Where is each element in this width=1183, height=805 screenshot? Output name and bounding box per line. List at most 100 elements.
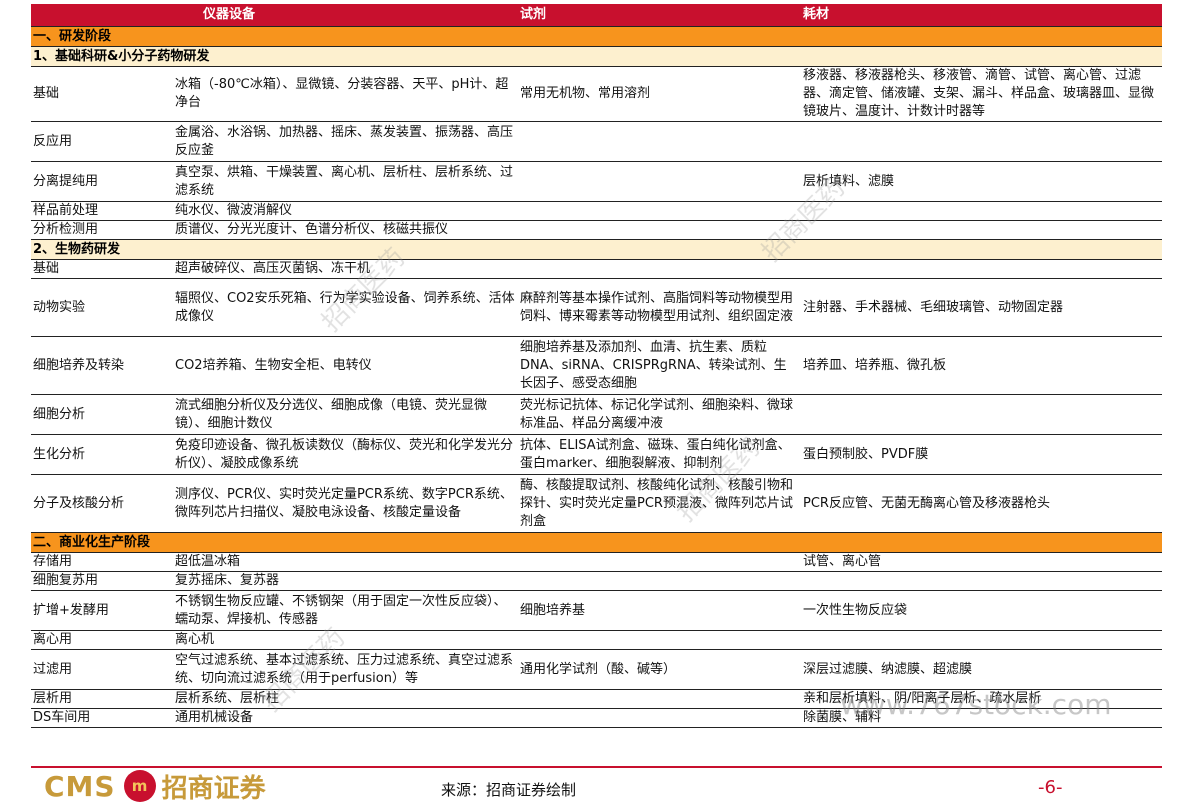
cell-name: 基础 (31, 66, 173, 122)
cell-name: 层析用 (31, 689, 173, 709)
table-row: 分子及核酸分析 测序仪、PCR仪、实时荧光定量PCR系统、数字PCR系统、微阵列芯… (31, 474, 1162, 533)
cell-consumable: 深层过滤膜、纳滤膜、超滤膜 (801, 649, 1162, 690)
cell-reagent (518, 259, 801, 279)
cell-name: 分离提纯用 (31, 161, 173, 202)
cell-consumable (801, 201, 1162, 221)
cell-reagent (518, 689, 801, 709)
cell-equipment: 通用机械设备 (173, 708, 518, 728)
cell-equipment: 超低温冰箱 (173, 552, 518, 572)
section-rd-stage: 一、研发阶段 (31, 26, 1162, 47)
cell-equipment: 不锈钢生物反应罐、不锈钢架（用于固定一次性反应袋）、蠕动泵、焊接机、传感器 (173, 590, 518, 631)
cell-consumable: 一次性生物反应袋 (801, 590, 1162, 631)
cell-consumable: 培养皿、培养瓶、微孔板 (801, 336, 1162, 395)
cell-consumable: 层析填料、滤膜 (801, 161, 1162, 202)
cell-reagent: 常用无机物、常用溶剂 (518, 66, 801, 122)
cell-name: 细胞复苏用 (31, 571, 173, 591)
cell-name: 反应用 (31, 121, 173, 162)
source-note: 来源：招商证券绘制 (441, 781, 577, 799)
page-number: -6- (1038, 777, 1063, 798)
cell-reagent (518, 708, 801, 728)
table-row: 扩增+发酵用 不锈钢生物反应罐、不锈钢架（用于固定一次性反应袋）、蠕动泵、焊接机、… (31, 590, 1162, 631)
cell-equipment: 层析系统、层析柱 (173, 689, 518, 709)
cell-reagent: 抗体、ELISA试剂盒、磁珠、蛋白纯化试剂盒、蛋白marker、细胞裂解液、抑制… (518, 434, 801, 475)
table-row: 反应用 金属浴、水浴锅、加热器、摇床、蒸发装置、振荡器、高压反应釜 (31, 121, 1162, 162)
cell-name: 分子及核酸分析 (31, 474, 173, 533)
table-row: 存储用 超低温冰箱 试管、离心管 (31, 552, 1162, 572)
cell-reagent (518, 201, 801, 221)
table-row: 分析检测用 质谱仪、分光光度计、色谱分析仪、核磁共振仪 (31, 220, 1162, 240)
table-row: 细胞培养及转染 CO2培养箱、生物安全柜、电转仪 细胞培养基及添加剂、血清、抗生素、… (31, 336, 1162, 395)
cell-equipment: 超声破碎仪、高压灭菌锅、冻干机 (173, 259, 518, 279)
cell-reagent (518, 571, 801, 591)
cell-name: 扩增+发酵用 (31, 590, 173, 631)
cell-consumable (801, 259, 1162, 279)
cell-reagent (518, 121, 801, 162)
table-row: 过滤用 空气过滤系统、基本过滤系统、压力过滤系统、真空过滤系统、切向流过滤系统（用… (31, 649, 1162, 690)
table-row: 离心用 离心机 (31, 630, 1162, 650)
logo-emblem-icon: m (123, 770, 156, 802)
cell-reagent (518, 220, 801, 240)
cell-consumable (801, 220, 1162, 240)
cell-equipment: 测序仪、PCR仪、实时荧光定量PCR系统、数字PCR系统、微阵列芯片扫描仪、凝胶… (173, 474, 518, 533)
cell-equipment: 质谱仪、分光光度计、色谱分析仪、核磁共振仪 (173, 220, 518, 240)
cell-name: 生化分析 (31, 434, 173, 475)
section-title: 一、研发阶段 (31, 26, 1162, 47)
website-watermark: www.767stock.com (840, 688, 1112, 721)
main-table-wrap: 仪器设备 试剂 耗材 一、研发阶段 1、基础科研&小分子药物研发 基础 冰箱（-8… (31, 4, 1162, 728)
cell-equipment: CO2培养箱、生物安全柜、电转仪 (173, 336, 518, 395)
table-row: 细胞分析 流式细胞分析仪及分选仪、细胞成像（电镜、荧光显微镜）、细胞计数仪 荧光标记… (31, 394, 1162, 435)
table-header-row: 仪器设备 试剂 耗材 (31, 4, 1162, 27)
cell-consumable: 试管、离心管 (801, 552, 1162, 572)
cell-name: 细胞培养及转染 (31, 336, 173, 395)
table-row: 细胞复苏用 复苏摇床、复苏器 (31, 571, 1162, 591)
cell-consumable (801, 394, 1162, 435)
cell-name: DS车间用 (31, 708, 173, 728)
section-title: 二、商业化生产阶段 (31, 532, 1162, 553)
subsection-title: 2、生物药研发 (31, 239, 1162, 260)
cell-equipment: 纯水仪、微波消解仪 (173, 201, 518, 221)
subsection-biologics: 2、生物药研发 (31, 239, 1162, 260)
cell-reagent (518, 552, 801, 572)
cell-name: 存储用 (31, 552, 173, 572)
cell-equipment: 冰箱（-80℃冰箱）、显微镜、分装容器、天平、pH计、超净台 (173, 66, 518, 122)
header-reagent: 试剂 (518, 4, 801, 27)
cell-equipment: 金属浴、水浴锅、加热器、摇床、蒸发装置、振荡器、高压反应釜 (173, 121, 518, 162)
header-category (31, 4, 173, 27)
cell-reagent (518, 161, 801, 202)
cell-consumable (801, 630, 1162, 650)
cell-equipment: 复苏摇床、复苏器 (173, 571, 518, 591)
table-row: 动物实验 辐照仪、CO2安乐死箱、行为学实验设备、饲养系统、活体成像仪 麻醉剂等基本… (31, 278, 1162, 337)
cell-reagent: 酶、核酸提取试剂、核酸纯化试剂、核酸引物和探针、实时荧光定量PCR预混液、微阵列… (518, 474, 801, 533)
section-commercial-stage: 二、商业化生产阶段 (31, 532, 1162, 553)
equipment-table: 仪器设备 试剂 耗材 一、研发阶段 1、基础科研&小分子药物研发 基础 冰箱（-8… (31, 4, 1162, 728)
cell-reagent: 荧光标记抗体、标记化学试剂、细胞染料、微球标准品、样品分离缓冲液 (518, 394, 801, 435)
logo-text: CMS (44, 769, 116, 803)
cell-consumable (801, 121, 1162, 162)
cell-reagent: 通用化学试剂（酸、碱等） (518, 649, 801, 690)
cell-equipment: 离心机 (173, 630, 518, 650)
cms-logo: CMS m 招商证券 (44, 769, 266, 804)
cell-reagent: 细胞培养基及添加剂、血清、抗生素、质粒DNA、siRNA、CRISPRgRNA、… (518, 336, 801, 395)
cell-consumable (801, 571, 1162, 591)
logo-chinese-name: 招商证券 (161, 773, 266, 804)
cell-reagent: 细胞培养基 (518, 590, 801, 631)
cell-equipment: 真空泵、烘箱、干燥装置、离心机、层析柱、层析系统、过滤系统 (173, 161, 518, 202)
cell-name: 分析检测用 (31, 220, 173, 240)
header-equipment: 仪器设备 (173, 4, 518, 27)
cell-consumable: 注射器、手术器械、毛细玻璃管、动物固定器 (801, 278, 1162, 337)
cell-name: 细胞分析 (31, 394, 173, 435)
table-row: 基础 超声破碎仪、高压灭菌锅、冻干机 (31, 259, 1162, 279)
header-consumable: 耗材 (801, 4, 1162, 27)
cell-name: 过滤用 (31, 649, 173, 690)
table-row: 基础 冰箱（-80℃冰箱）、显微镜、分装容器、天平、pH计、超净台 常用无机物、常用… (31, 66, 1162, 122)
cell-consumable: PCR反应管、无菌无酶离心管及移液器枪头 (801, 474, 1162, 533)
cell-name: 动物实验 (31, 278, 173, 337)
subsection-basic-research: 1、基础科研&小分子药物研发 (31, 46, 1162, 67)
cell-reagent: 麻醉剂等基本操作试剂、高脂饲料等动物模型用饲料、博来霉素等动物模型用试剂、组织固… (518, 278, 801, 337)
cell-equipment: 辐照仪、CO2安乐死箱、行为学实验设备、饲养系统、活体成像仪 (173, 278, 518, 337)
cell-consumable: 移液器、移液器枪头、移液管、滴管、试管、离心管、过滤器、滴定管、储液罐、支架、漏… (801, 66, 1162, 122)
cell-name: 基础 (31, 259, 173, 279)
footer: CMS m 招商证券 来源：招商证券绘制 -6- (0, 767, 1183, 805)
cell-reagent (518, 630, 801, 650)
table-row: 样品前处理 纯水仪、微波消解仪 (31, 201, 1162, 221)
